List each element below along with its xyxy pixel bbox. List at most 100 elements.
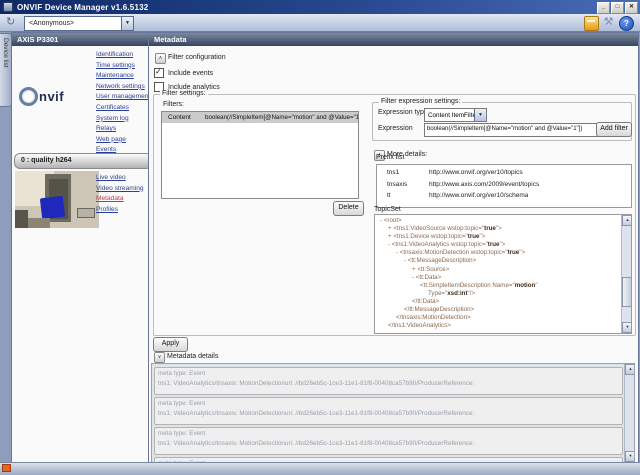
prefix-name: tnsaxis [377, 181, 429, 188]
main-panel: Metadata Filter configuration Include ev… [148, 32, 639, 465]
device-link[interactable]: Network settings [96, 82, 150, 93]
filter-expression-legend: Filter expression settings: [379, 98, 462, 105]
prefix-row: tns1 http://www.onvif.org/ver10/topics [377, 167, 631, 179]
user-dropdown[interactable]: <Anonymous> ▼ [24, 16, 134, 31]
onvif-logo-text: nvif [39, 89, 64, 104]
profile-links: Live video Video streaming Metadata Prof… [96, 173, 144, 215]
chevron-down-icon[interactable]: ▼ [121, 17, 133, 30]
onvif-logo-ring-icon [19, 87, 38, 106]
refresh-icon[interactable]: ↻ [6, 15, 15, 28]
filter-row[interactable]: Content boolean(//SimpleItem[@Name="moti… [162, 112, 358, 123]
expression-type-dropdown[interactable]: Content ItemFilter ▼ [424, 108, 487, 122]
delete-button[interactable]: Delete [333, 201, 364, 216]
metadata-details-label: Metadata details [167, 353, 218, 360]
prefix-uri: http://www.onvif.org/ver10/topics [429, 169, 523, 176]
status-indicator [2, 464, 11, 472]
scroll-up-icon[interactable]: ▲ [622, 215, 632, 226]
metadata-details-collapse-button[interactable] [154, 352, 165, 363]
metadata-scrollbar[interactable]: ▲ ▼ [624, 364, 634, 462]
device-link[interactable]: User management [96, 92, 150, 103]
filters-list: Content boolean(//SimpleItem[@Name="moti… [161, 111, 359, 199]
maintenance-tools-icon[interactable]: ⚒ [602, 16, 615, 29]
device-link[interactable]: Web page [96, 135, 150, 146]
onvif-logo: nvif [19, 87, 64, 106]
snapshot-shadow [15, 210, 28, 228]
xml-line[interactable]: Type="xsd:int"/> [377, 290, 620, 298]
xml-line[interactable]: - <tt:Data> [377, 274, 620, 282]
profile-header: 0 : quality h264 [14, 153, 152, 169]
apply-button[interactable]: Apply [153, 337, 188, 352]
device-links: Identification Time settings Maintenance… [96, 50, 150, 156]
device-link[interactable]: Relays [96, 124, 150, 135]
xml-line[interactable]: - <tnsaxis:MotionDetection wstop:topic="… [377, 249, 620, 257]
xml-line[interactable]: - <tns1:VideoAnalytics wstop:topic="true… [377, 241, 620, 249]
checkbox-label: Include events [168, 70, 213, 77]
filter-configuration-label: Filter configuration [168, 54, 226, 61]
prefix-uri: http://www.axis.com/2009/event/topics [429, 181, 539, 188]
prefix-row: tnsaxis http://www.axis.com/2009/event/t… [377, 179, 631, 191]
add-filter-button[interactable]: Add filter [596, 122, 632, 137]
minimize-button[interactable]: _ [597, 2, 610, 14]
toolbar: ↻ <Anonymous> ▼ ⚒ ? [0, 14, 640, 32]
filter-expression-cell: boolean(//SimpleItem[@Name="motion" and … [205, 114, 358, 121]
prefix-name: tns1 [377, 169, 429, 176]
device-link[interactable]: Maintenance [96, 71, 150, 82]
app-icon[interactable] [3, 2, 13, 12]
close-button[interactable]: ✕ [625, 2, 638, 14]
help-icon[interactable]: ? [619, 16, 634, 31]
camera-snapshot [15, 171, 99, 228]
xml-line[interactable]: + <tt:Source> [377, 266, 620, 274]
checkbox-row[interactable]: Include events [154, 66, 220, 80]
xml-line[interactable]: - <tt:MessageDescription> [377, 257, 620, 265]
snapshot-equipment [77, 208, 95, 219]
device-link[interactable]: System log [96, 114, 150, 125]
prefix-name: tt [377, 192, 429, 199]
prefix-row: tt http://www.onvif.org/ver10/schema [377, 190, 631, 202]
page-title: Metadata [149, 33, 638, 46]
checkbox[interactable] [154, 68, 164, 78]
chevron-down-icon[interactable]: ▼ [474, 109, 486, 121]
metadata-entry-type: meta type: Event [158, 429, 619, 439]
xml-line[interactable]: </tnsaxis:MotionDetection> [377, 314, 620, 322]
metadata-entry-topic: tns1: VideoAnalytics/tnsaxis: MotionDete… [158, 409, 619, 419]
window-title: ONVIF Device Manager v1.6.5132 [17, 3, 148, 12]
xml-line[interactable]: <tt:SimpleItemDescription Name="motion" [377, 282, 620, 290]
expression-input[interactable]: boolean(//SimpleItem[@Name="motion" and … [424, 123, 599, 137]
xml-line[interactable]: - <root> [377, 217, 620, 225]
device-link[interactable]: Time settings [96, 61, 150, 72]
expression-label: Expression [378, 125, 413, 132]
metadata-entries: meta type: Event tns1: VideoAnalytics/tn… [153, 365, 623, 462]
metadata-entry-topic: tns1: VideoAnalytics/tnsaxis: MotionDete… [158, 379, 619, 389]
xml-line[interactable]: </tt:Data> [377, 298, 620, 306]
device-link[interactable]: Identification [96, 50, 150, 61]
filter-type-cell: Content [162, 114, 205, 121]
topicset-scrollbar[interactable]: ▲ ▼ [621, 215, 631, 333]
scroll-down-icon[interactable]: ▼ [622, 322, 632, 333]
xml-line[interactable]: + <tns1:Device wstop:topic="true"> [377, 233, 620, 241]
profile-link[interactable]: Metadata [96, 194, 144, 205]
status-bar [0, 462, 640, 475]
user-dropdown-value: <Anonymous> [25, 20, 121, 27]
profile-link[interactable]: Live video [96, 173, 144, 184]
filter-configuration-collapse-button[interactable] [155, 53, 166, 64]
xml-line[interactable]: </tns1:VideoAnalytics> [377, 322, 620, 330]
prefix-list: tns1 http://www.onvif.org/ver10/topics t… [376, 164, 632, 208]
device-name-header: AXIS P3301 [12, 33, 148, 46]
xml-line[interactable]: </tt:MessageDescription> [377, 306, 620, 314]
scroll-thumb[interactable] [622, 277, 632, 307]
device-link[interactable]: Certificates [96, 103, 150, 114]
event-log-icon[interactable] [584, 16, 599, 31]
metadata-entry: meta type: Event tns1: VideoAnalytics/tn… [154, 427, 623, 455]
scroll-up-icon[interactable]: ▲ [625, 364, 635, 375]
sidebar: AXIS P3301 nvif Identification Time sett… [11, 32, 149, 465]
profile-link[interactable]: Video streaming [96, 184, 144, 195]
scroll-down-icon[interactable]: ▼ [625, 451, 635, 462]
prefix-uri: http://www.onvif.org/ver10/schema [429, 192, 528, 199]
maximize-button[interactable]: □ [611, 2, 624, 14]
device-list-tab-label: Device list [2, 38, 9, 68]
snapshot-blue-object [40, 196, 65, 220]
profile-link[interactable]: Profiles [96, 205, 144, 216]
title-bar: ONVIF Device Manager v1.6.5132 _ □ ✕ [0, 0, 640, 14]
topicset-tree: - <root> + <tns1:VideoSource wstop:topic… [374, 214, 632, 334]
xml-line[interactable]: + <tns1:VideoSource wstop:topic="true"> [377, 225, 620, 233]
